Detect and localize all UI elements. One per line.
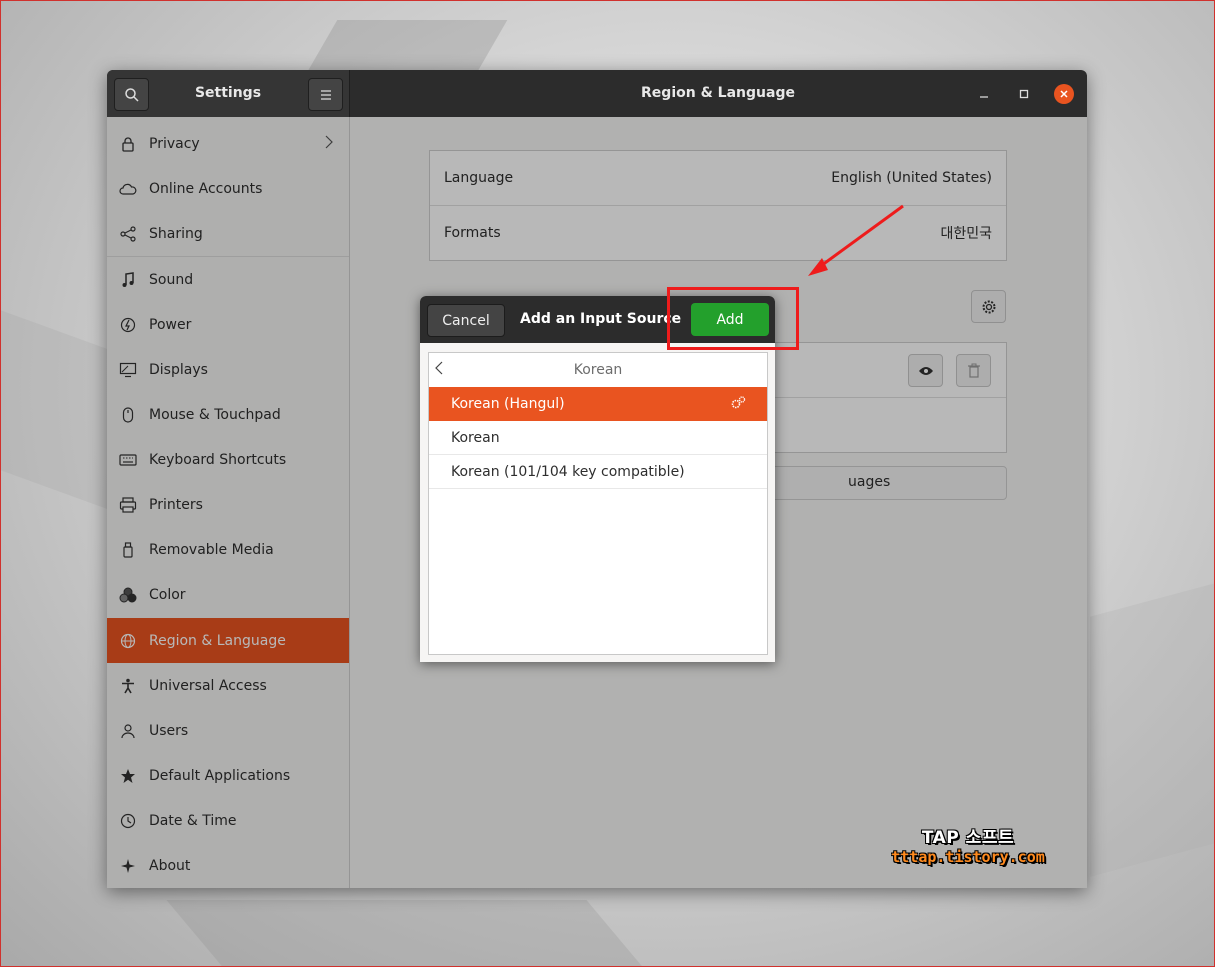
input-source-row[interactable]: Korean (Hangul) xyxy=(429,387,767,421)
input-source-row[interactable]: Korean xyxy=(429,421,767,455)
cancel-button[interactable]: Cancel xyxy=(427,304,505,337)
wallpaper-shape xyxy=(166,900,654,967)
header-bar: Settings Region & Language xyxy=(107,70,1087,117)
settings-gears-icon xyxy=(729,395,747,415)
input-source-label: Korean (101/104 key compatible) xyxy=(451,463,685,480)
input-source-label: Korean (Hangul) xyxy=(451,396,565,412)
watermark-title: TAP 소프트 xyxy=(921,828,1015,848)
add-input-source-dialog: Cancel Add an Input Source Add Korean Ko… xyxy=(420,296,775,662)
maximize-button[interactable] xyxy=(1014,84,1034,104)
close-button[interactable] xyxy=(1054,84,1074,104)
search-button[interactable] xyxy=(114,78,149,111)
sidebar-title: Settings xyxy=(194,85,262,101)
back-chevron-icon[interactable] xyxy=(435,361,443,379)
watermark-url: tttap.tistory.com xyxy=(891,848,1045,866)
input-source-list: Korean Korean (Hangul) Korean Korean (10… xyxy=(428,352,768,655)
wallpaper-shape xyxy=(1090,583,1215,877)
minimize-button[interactable] xyxy=(974,84,994,104)
language-group-title: Korean xyxy=(573,362,623,378)
minimize-icon xyxy=(980,96,988,98)
dialog-title: Add an Input Source xyxy=(520,311,682,327)
sidebar-header: Settings xyxy=(107,70,350,117)
wallpaper-shape xyxy=(0,309,110,511)
hamburger-icon xyxy=(320,89,331,100)
input-source-row[interactable]: Korean (101/104 key compatible) xyxy=(429,455,767,489)
language-group-header[interactable]: Korean xyxy=(429,353,767,388)
search-icon xyxy=(124,87,139,102)
input-source-label: Korean xyxy=(451,429,500,446)
maximize-icon xyxy=(1019,89,1029,99)
close-icon xyxy=(1060,90,1068,98)
annotation-highlight-box xyxy=(667,287,799,350)
menu-button[interactable] xyxy=(308,78,343,111)
watermark: TAP 소프트 tttap.tistory.com xyxy=(888,823,1048,866)
